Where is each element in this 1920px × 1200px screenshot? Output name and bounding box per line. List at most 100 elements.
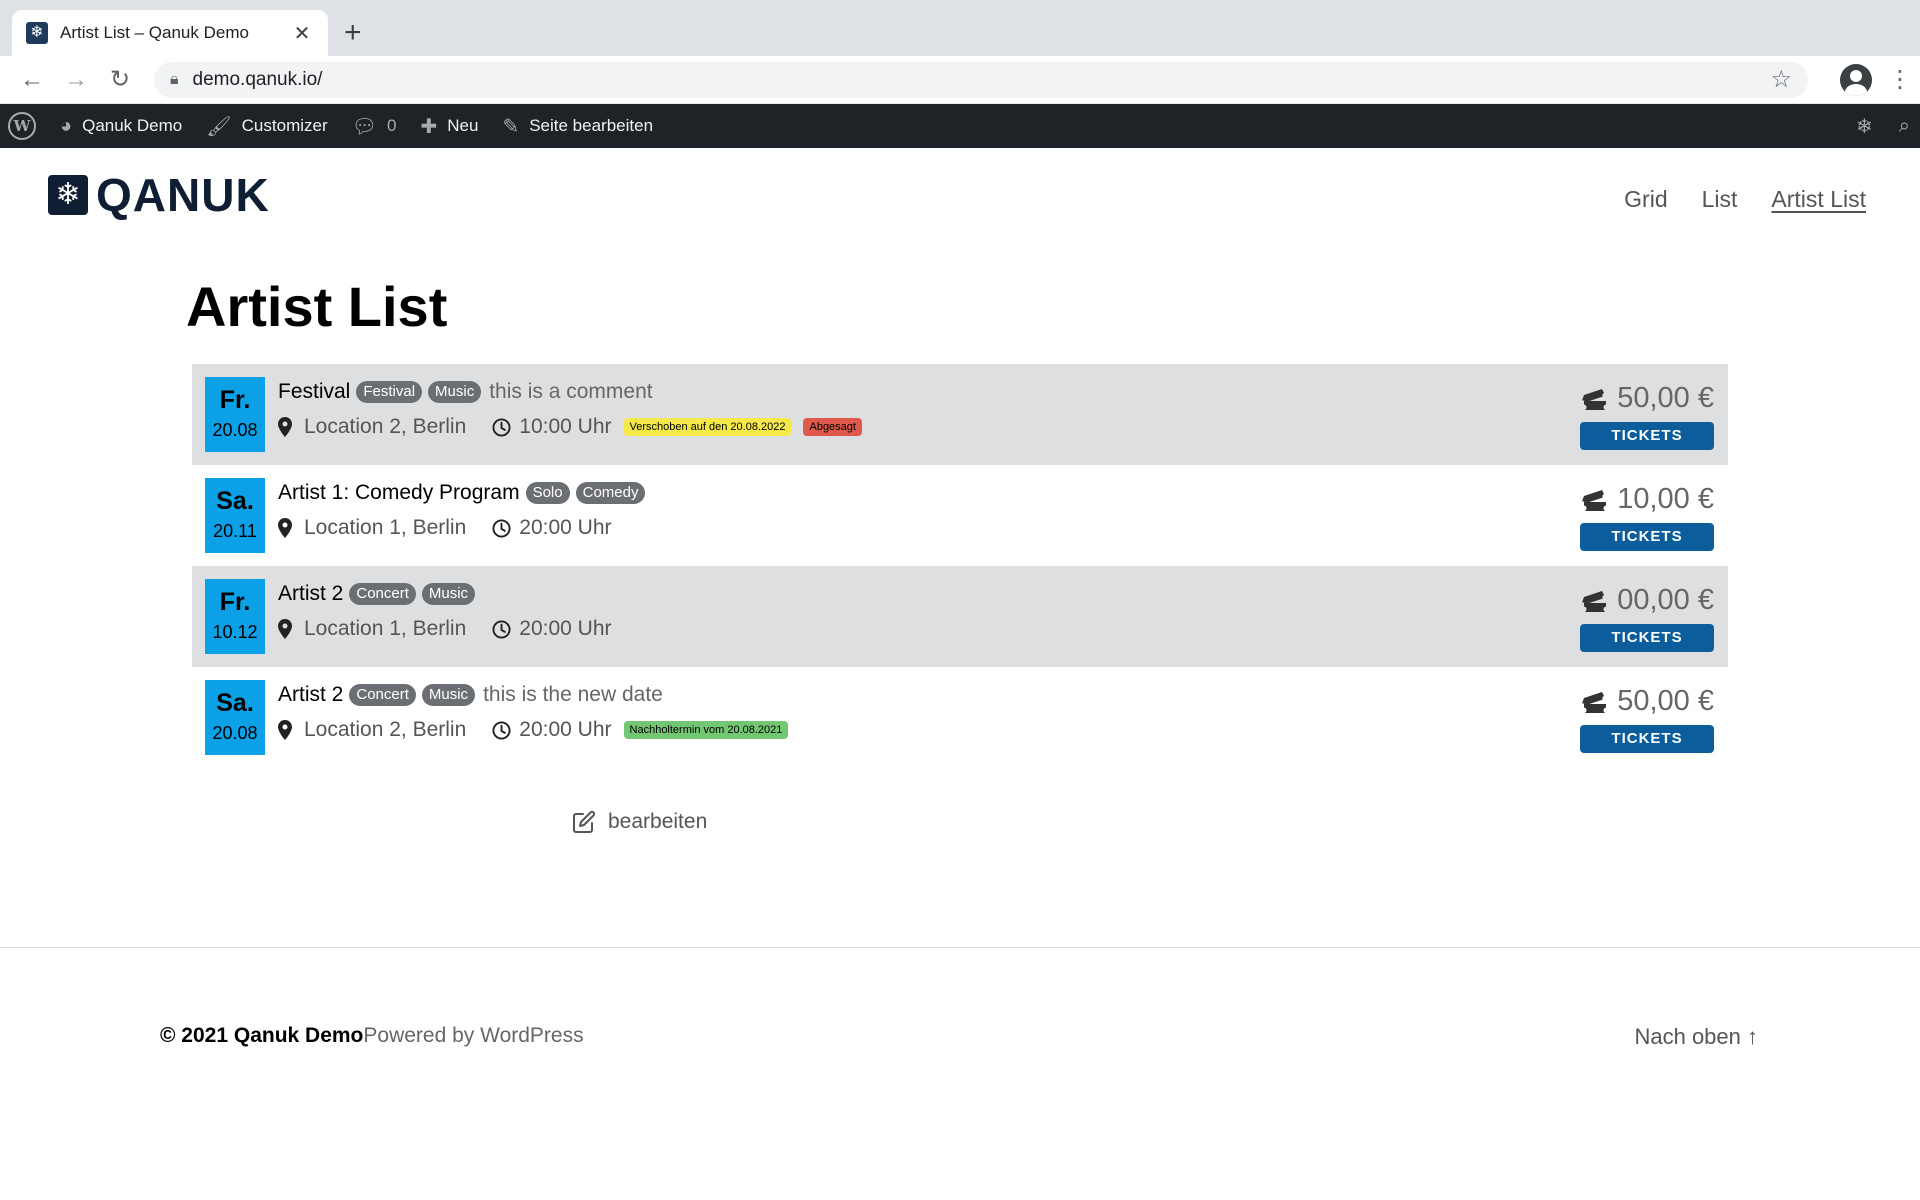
date-badge: Sa. 20.11 bbox=[205, 478, 265, 553]
tab-title: Artist List – Qanuk Demo bbox=[60, 23, 249, 42]
event-title[interactable]: Artist 1: Comedy Program bbox=[278, 481, 520, 505]
site-logo[interactable]: ❄ QANUK bbox=[48, 172, 270, 218]
clock-icon bbox=[492, 720, 511, 740]
category-tag[interactable]: Music bbox=[421, 583, 476, 605]
event-location: Location 1, Berlin bbox=[304, 516, 467, 539]
customizer-label: Customizer bbox=[241, 116, 328, 135]
event-details: Location 1, Berlin 20:00 Uhr bbox=[278, 516, 612, 540]
footer-copyright[interactable]: © 2021 Qanuk Demo bbox=[160, 1024, 363, 1047]
event-row: Sa. 20.11 Artist 1: Comedy Program Solo C… bbox=[192, 465, 1728, 566]
event-row: Fr. 20.08 Festival Festival Music this is… bbox=[192, 364, 1728, 465]
event-time: 10:00 Uhr bbox=[519, 415, 612, 438]
page-title: Artist List bbox=[186, 275, 448, 338]
close-tab-icon[interactable]: ✕ bbox=[290, 21, 314, 46]
event-title[interactable]: Festival bbox=[278, 380, 350, 404]
browser-tab[interactable]: ❄ Artist List – Qanuk Demo ✕ bbox=[12, 10, 328, 56]
category-tag[interactable]: Festival bbox=[356, 381, 423, 403]
logo-text: QANUK bbox=[96, 169, 270, 221]
ticket-icon bbox=[1582, 388, 1607, 410]
event-date: 20.08 bbox=[212, 723, 258, 743]
event-time: 20:00 Uhr bbox=[519, 617, 612, 640]
edit-icon bbox=[573, 810, 596, 833]
category-tag[interactable]: Concert bbox=[349, 583, 416, 605]
category-tag[interactable]: Music bbox=[428, 381, 482, 403]
footer-powered-by[interactable]: Powered by WordPress bbox=[363, 1024, 583, 1047]
event-list: Fr. 20.08 Festival Festival Music this is… bbox=[192, 364, 1728, 768]
event-title[interactable]: Artist 2 bbox=[278, 582, 343, 606]
date-badge: Fr. 10.12 bbox=[205, 579, 265, 654]
qanuk-plugin-icon[interactable]: ❄ bbox=[1856, 114, 1873, 139]
site-favicon-icon: ❄ bbox=[26, 22, 48, 44]
comments-link[interactable]: 💬︎ 0 bbox=[352, 114, 397, 139]
clock-icon bbox=[492, 518, 511, 538]
event-heading: Artist 1: Comedy Program Solo Comedy bbox=[278, 481, 651, 505]
forward-icon[interactable]: → bbox=[56, 60, 96, 100]
url-text[interactable]: demo.qanuk.io/ bbox=[193, 69, 1771, 91]
browser-toolbar: ← → ↻ 🔒︎ demo.qanuk.io/ ☆ ⋮ bbox=[0, 56, 1920, 104]
search-icon[interactable]: ⌕ bbox=[1899, 115, 1910, 138]
map-pin-icon bbox=[278, 518, 292, 538]
edit-label: bearbeiten bbox=[608, 810, 708, 833]
event-price: 00,00 € bbox=[1581, 584, 1714, 617]
event-price: 10,00 € bbox=[1581, 483, 1714, 516]
category-tag[interactable]: Comedy bbox=[575, 482, 646, 504]
clock-icon bbox=[492, 417, 511, 437]
day-of-week: Fr. bbox=[219, 588, 251, 616]
event-time: 20:00 Uhr bbox=[519, 718, 612, 741]
event-date: 20.08 bbox=[212, 420, 258, 440]
date-badge: Sa. 20.08 bbox=[205, 680, 265, 755]
tickets-button[interactable]: TICKETS bbox=[1580, 422, 1714, 450]
edit-page-label: Seite bearbeiten bbox=[529, 116, 654, 135]
map-pin-icon bbox=[278, 720, 292, 740]
browser-tabstrip: ❄ Artist List – Qanuk Demo ✕ + bbox=[0, 0, 1920, 56]
address-bar[interactable]: 🔒︎ demo.qanuk.io/ ☆ bbox=[154, 61, 1808, 98]
plus-icon: ✚ bbox=[420, 115, 438, 138]
footer-credits: © 2021 Qanuk DemoPowered by WordPress bbox=[160, 1024, 584, 1048]
browser-menu-icon[interactable]: ⋮ bbox=[1888, 65, 1912, 94]
back-icon[interactable]: ← bbox=[12, 60, 52, 100]
primary-nav: Grid List Artist List bbox=[1590, 186, 1866, 213]
nav-list[interactable]: List bbox=[1702, 186, 1738, 213]
clock-icon bbox=[492, 619, 511, 639]
dashboard-icon: ◕ bbox=[60, 114, 73, 137]
customizer-link[interactable]: 🖌︎ Customizer bbox=[206, 114, 327, 139]
ticket-icon bbox=[1582, 691, 1607, 713]
date-badge: Fr. 20.08 bbox=[205, 377, 265, 452]
lock-icon[interactable]: 🔒︎ bbox=[170, 71, 179, 89]
category-tag[interactable]: Solo bbox=[525, 482, 570, 504]
new-tab-button[interactable]: + bbox=[344, 16, 362, 50]
category-tag[interactable]: Concert bbox=[349, 684, 416, 706]
profile-avatar-icon[interactable] bbox=[1840, 63, 1872, 96]
event-title[interactable]: Artist 2 bbox=[278, 683, 343, 707]
edit-page-link[interactable]: ✎ Seite bearbeiten bbox=[502, 114, 653, 139]
wp-admin-bar: W ◕ Qanuk Demo 🖌︎ Customizer 💬︎ 0 ✚ Neu … bbox=[0, 104, 1920, 148]
snowflake-logo-icon: ❄ bbox=[48, 175, 88, 215]
event-date: 10.12 bbox=[212, 622, 258, 642]
status-badge: Verschoben auf den 20.08.2022 bbox=[623, 418, 792, 436]
tickets-button[interactable]: TICKETS bbox=[1580, 624, 1714, 652]
event-price: 50,00 € bbox=[1581, 685, 1714, 718]
category-tag[interactable]: Music bbox=[421, 684, 476, 706]
bookmark-star-icon[interactable]: ☆ bbox=[1770, 65, 1792, 94]
edit-link[interactable]: bearbeiten bbox=[572, 810, 707, 834]
price-value: 10,00 € bbox=[1617, 483, 1714, 515]
brush-icon: 🖌︎ bbox=[206, 115, 232, 138]
tickets-button[interactable]: TICKETS bbox=[1580, 523, 1714, 551]
site-name-link[interactable]: ◕ Qanuk Demo bbox=[60, 115, 182, 138]
event-comment: this is a comment bbox=[489, 380, 653, 403]
back-to-top-link[interactable]: Nach oben ↑ bbox=[1634, 1024, 1758, 1050]
nav-artist-list[interactable]: Artist List bbox=[1771, 186, 1866, 213]
day-of-week: Fr. bbox=[219, 386, 251, 414]
new-content-link[interactable]: ✚ Neu bbox=[420, 114, 478, 139]
event-location: Location 1, Berlin bbox=[304, 617, 467, 640]
status-badge: Abgesagt bbox=[803, 418, 862, 436]
status-badge: Nachholtermin vom 20.08.2021 bbox=[623, 721, 789, 739]
reload-icon[interactable]: ↻ bbox=[100, 60, 140, 100]
pencil-icon: ✎ bbox=[502, 115, 520, 138]
footer-divider bbox=[0, 947, 1920, 948]
nav-grid[interactable]: Grid bbox=[1624, 186, 1667, 213]
tickets-button[interactable]: TICKETS bbox=[1580, 725, 1714, 753]
site-name-label: Qanuk Demo bbox=[82, 116, 183, 135]
wp-logo-button[interactable]: W bbox=[8, 112, 36, 140]
event-details: Location 2, Berlin 10:00 Uhr Verschoben … bbox=[278, 415, 862, 439]
